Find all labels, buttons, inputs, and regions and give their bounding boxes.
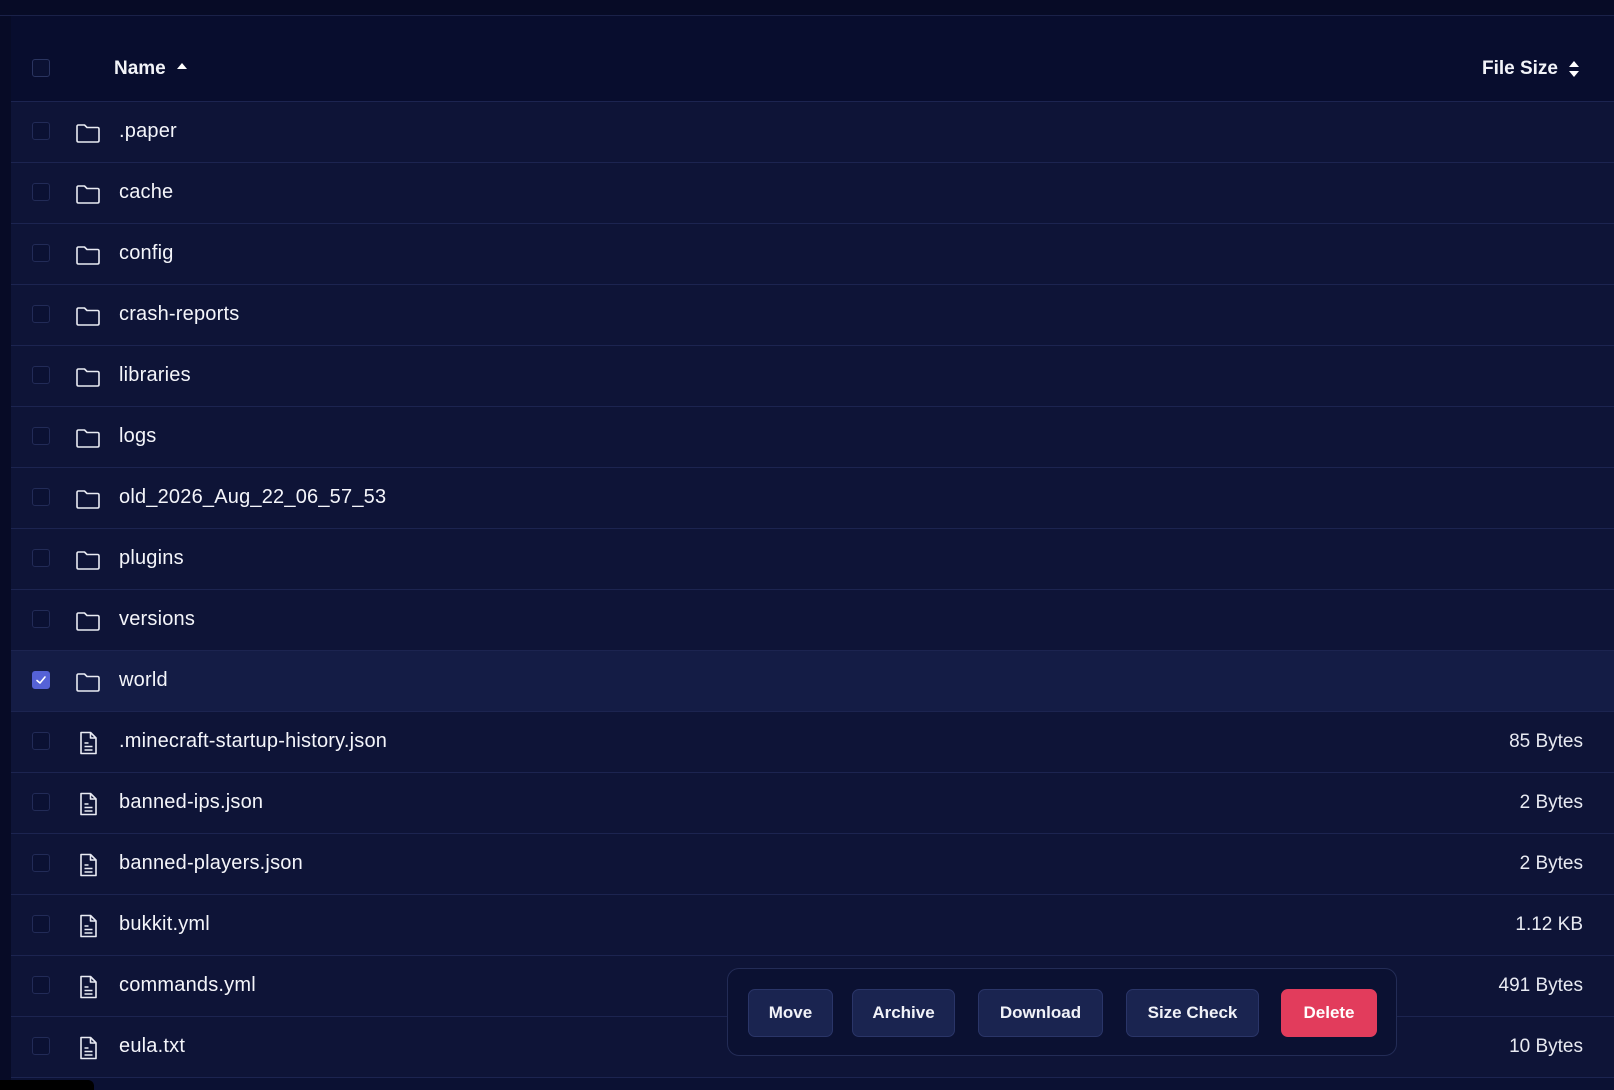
file-name[interactable]: old_2026_Aug_22_06_57_53 (119, 486, 386, 509)
folder-icon (74, 180, 102, 208)
file-name[interactable]: config (119, 242, 174, 265)
table-row[interactable]: bukkit.yml 1.12 KB (11, 895, 1614, 956)
file-name[interactable]: world (119, 669, 168, 692)
table-row[interactable]: old_2026_Aug_22_06_57_53 (11, 468, 1614, 529)
row-checkbox[interactable] (32, 366, 50, 384)
folder-icon (74, 485, 102, 513)
file-text-icon (74, 1034, 102, 1062)
row-checkbox[interactable] (32, 671, 50, 689)
table-row[interactable]: crash-reports (11, 285, 1614, 346)
file-text-icon (74, 851, 102, 879)
row-checkbox[interactable] (32, 854, 50, 872)
name-column-label: Name (114, 58, 166, 79)
table-row[interactable]: cache (11, 163, 1614, 224)
file-size: 2 Bytes (1519, 792, 1583, 813)
table-row[interactable]: .paper (11, 102, 1614, 163)
sidebar-edge (0, 16, 11, 1090)
sort-up-icon (176, 63, 187, 69)
row-checkbox[interactable] (32, 183, 50, 201)
table-row[interactable]: world (11, 651, 1614, 712)
sort-both-icon (1569, 61, 1579, 77)
file-table: Name File Size .paper cache config crash-re… (11, 16, 1614, 1078)
size-check-button[interactable]: Size Check (1126, 989, 1259, 1037)
file-name[interactable]: plugins (119, 547, 184, 570)
table-row[interactable]: logs (11, 407, 1614, 468)
table-row[interactable]: banned-ips.json 2 Bytes (11, 773, 1614, 834)
file-name[interactable]: crash-reports (119, 303, 239, 326)
file-manager-page: Name File Size .paper cache config crash-re… (0, 0, 1614, 1090)
folder-icon (74, 119, 102, 147)
file-name[interactable]: .paper (119, 120, 177, 143)
file-name[interactable]: versions (119, 608, 195, 631)
file-size: 491 Bytes (1498, 975, 1584, 996)
row-checkbox[interactable] (32, 122, 50, 140)
folder-icon (74, 424, 102, 452)
file-name[interactable]: cache (119, 181, 173, 204)
folder-icon (74, 546, 102, 574)
row-checkbox[interactable] (32, 549, 50, 567)
file-text-icon (74, 790, 102, 818)
row-checkbox[interactable] (32, 976, 50, 994)
file-list: .paper cache config crash-reports libraries l… (11, 102, 1614, 1078)
row-checkbox[interactable] (32, 488, 50, 506)
archive-button[interactable]: Archive (852, 989, 955, 1037)
row-checkbox[interactable] (32, 305, 50, 323)
folder-icon (74, 302, 102, 330)
folder-icon (74, 607, 102, 635)
sort-by-name-header[interactable]: Name (114, 58, 188, 80)
table-row[interactable]: libraries (11, 346, 1614, 407)
top-bar (0, 0, 1614, 16)
table-row[interactable]: plugins (11, 529, 1614, 590)
row-checkbox[interactable] (32, 1037, 50, 1055)
sort-by-size-header[interactable]: File Size (1482, 58, 1580, 80)
row-checkbox[interactable] (32, 732, 50, 750)
file-name[interactable]: banned-players.json (119, 852, 303, 875)
download-button[interactable]: Download (978, 989, 1103, 1037)
row-checkbox[interactable] (32, 793, 50, 811)
row-checkbox[interactable] (32, 915, 50, 933)
table-row[interactable]: config (11, 224, 1614, 285)
delete-button[interactable]: Delete (1281, 989, 1377, 1037)
folder-icon (74, 241, 102, 269)
folder-icon (74, 363, 102, 391)
file-name[interactable]: bukkit.yml (119, 913, 210, 936)
row-checkbox[interactable] (32, 610, 50, 628)
file-name[interactable]: logs (119, 425, 157, 448)
table-row[interactable]: banned-players.json 2 Bytes (11, 834, 1614, 895)
row-checkbox[interactable] (32, 244, 50, 262)
bulk-action-bar: Move Archive Download Size Check Delete (727, 968, 1397, 1056)
file-name[interactable]: commands.yml (119, 974, 256, 997)
table-row[interactable]: versions (11, 590, 1614, 651)
table-header: Name File Size (11, 16, 1614, 102)
file-name[interactable]: banned-ips.json (119, 791, 263, 814)
file-text-icon (74, 912, 102, 940)
size-column-label: File Size (1481, 58, 1558, 79)
file-size: 85 Bytes (1509, 731, 1583, 752)
folder-icon (74, 668, 102, 696)
corner-tab (0, 1080, 94, 1090)
file-size: 10 Bytes (1509, 1036, 1583, 1057)
file-size: 1.12 KB (1515, 914, 1583, 935)
file-name[interactable]: eula.txt (119, 1035, 185, 1058)
file-size: 2 Bytes (1519, 853, 1583, 874)
table-row[interactable]: .minecraft-startup-history.json 85 Bytes (11, 712, 1614, 773)
file-text-icon (74, 973, 102, 1001)
file-name[interactable]: libraries (119, 364, 191, 387)
file-text-icon (74, 729, 102, 757)
move-button[interactable]: Move (748, 989, 833, 1037)
row-checkbox[interactable] (32, 427, 50, 445)
select-all-checkbox[interactable] (32, 59, 50, 77)
file-name[interactable]: .minecraft-startup-history.json (119, 730, 387, 753)
